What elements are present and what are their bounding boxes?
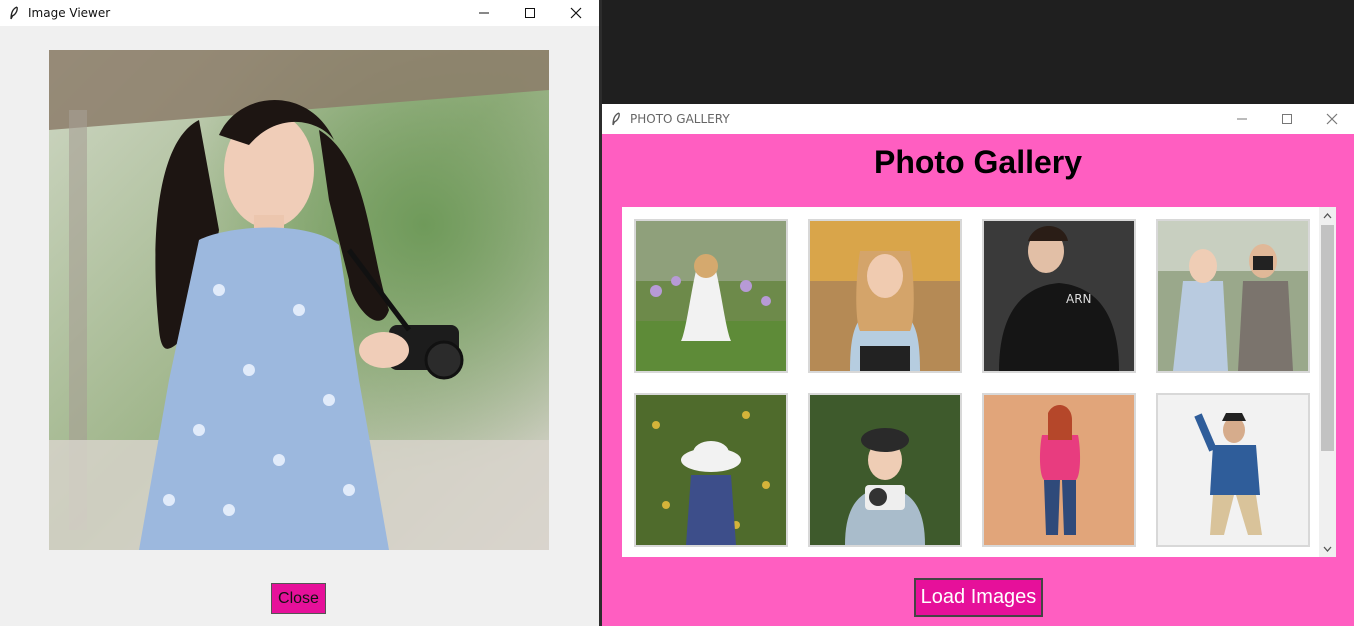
thumbnail-couple-taking-photo[interactable] <box>1156 219 1310 373</box>
window-title: PHOTO GALLERY <box>630 112 730 126</box>
thumbnail-child-in-sun-hat[interactable] <box>634 393 788 547</box>
minimize-icon[interactable] <box>1219 104 1264 134</box>
feather-icon <box>602 106 630 132</box>
thumbnail-girl-in-flower-field[interactable] <box>634 219 788 373</box>
thumbnail-man-leather-jacket[interactable]: ARN <box>982 219 1136 373</box>
thumbnail-grid: ARN <box>622 207 1336 557</box>
load-images-button[interactable]: Load Images <box>914 578 1043 617</box>
chevron-down-icon[interactable] <box>1319 540 1336 557</box>
close-icon[interactable] <box>553 0 599 26</box>
close-button[interactable]: Close <box>271 583 326 614</box>
thumbnail-woman-pink-sweater[interactable] <box>982 393 1136 547</box>
gallery-titlebar[interactable]: PHOTO GALLERY <box>602 104 1354 134</box>
maximize-icon[interactable] <box>1264 104 1309 134</box>
gallery-heading: Photo Gallery <box>873 144 1083 180</box>
thumbnail-man-pointing-up[interactable] <box>1156 393 1310 547</box>
window-title: Image Viewer <box>28 6 111 20</box>
viewer-titlebar[interactable]: Image Viewer <box>0 0 599 26</box>
minimize-icon[interactable] <box>461 0 507 26</box>
large-photo <box>49 50 549 550</box>
photo-gallery-window: PHOTO GALLERY Photo Gallery ARN Load Ima… <box>602 104 1354 626</box>
scroll-thumb[interactable] <box>1321 225 1334 451</box>
vertical-scrollbar[interactable] <box>1319 207 1336 557</box>
chevron-up-icon[interactable] <box>1319 207 1336 224</box>
close-icon[interactable] <box>1309 104 1354 134</box>
thumbnail-smiling-woman-autumn[interactable] <box>808 219 962 373</box>
maximize-icon[interactable] <box>507 0 553 26</box>
feather-icon <box>0 0 28 26</box>
image-viewer-window: Image Viewer Close <box>0 0 599 626</box>
svg-text:ARN: ARN <box>1066 292 1092 306</box>
thumbnail-boy-with-camera[interactable] <box>808 393 962 547</box>
